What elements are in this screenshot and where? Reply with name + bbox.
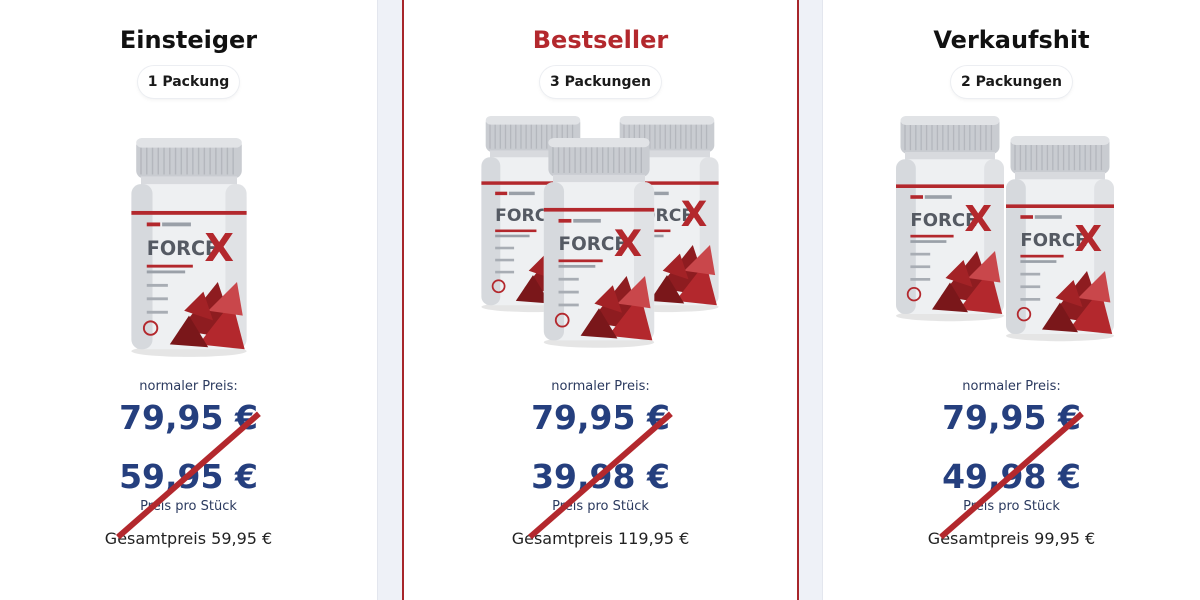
unit-price-label: Preis pro Stück	[963, 499, 1060, 514]
offer-title: Einsteiger	[119, 26, 258, 54]
offer-card-verkaufshit[interactable]: Verkaufshit 2 Packungen FORCE X FORCE X nor…	[822, 0, 1200, 600]
offer-title: Bestseller	[532, 26, 669, 54]
svg-text:X: X	[964, 199, 992, 240]
bottle-image: FORCEX	[543, 138, 654, 348]
old-price-value: 79,95 €	[942, 398, 1081, 437]
total-price: Gesamtpreis 99,95 €	[927, 529, 1096, 548]
svg-text:X: X	[613, 222, 641, 265]
pricing-page: Einsteiger 1 Packung FORCE X normaler Pre…	[0, 0, 1200, 600]
product-image: FORCE X FORCE X	[882, 108, 1142, 378]
product-image: FORCEXFORCEXFORCEX	[471, 108, 731, 378]
bottle-image: FORCEX	[895, 116, 1004, 322]
old-price: 79,95 €	[528, 398, 673, 540]
total-price: Gesamtpreis 59,95 €	[104, 529, 273, 548]
normal-price-label: normaler Preis:	[962, 379, 1061, 394]
bottle-image: FORCEX	[1005, 136, 1114, 342]
normal-price-label: normaler Preis:	[139, 379, 238, 394]
package-badge: 1 Packung	[137, 66, 240, 98]
current-price: 39,98 €	[531, 457, 670, 496]
svg-text:X: X	[1074, 219, 1102, 260]
normal-price-label: normaler Preis:	[551, 379, 650, 394]
offer-card-einsteiger[interactable]: Einsteiger 1 Packung FORCE X normaler Pre…	[0, 0, 378, 600]
total-price: Gesamtpreis 119,95 €	[511, 529, 690, 548]
product-bottles-image: FORCEXFORCEX	[895, 116, 1114, 342]
current-price: 49,98 €	[942, 457, 1081, 496]
old-price: 79,95 €	[116, 398, 261, 540]
unit-price-label: Preis pro Stück	[140, 499, 237, 514]
svg-text:X: X	[204, 226, 234, 271]
svg-text:X: X	[680, 195, 707, 235]
offer-title: Verkaufshit	[933, 26, 1090, 54]
offer-card-bestseller[interactable]: Bestseller 3 Packungen FORCEXFORCEXFORCE…	[402, 0, 799, 600]
old-price: 79,95 €	[939, 398, 1084, 540]
unit-price-label: Preis pro Stück	[552, 499, 649, 514]
product-bottles-image: FORCEX	[130, 138, 247, 357]
package-badge: 3 Packungen	[540, 66, 661, 98]
product-bottles-image: FORCEXFORCEXFORCEX	[480, 116, 719, 348]
package-badge: 2 Packungen	[951, 66, 1072, 98]
bottle-image: FORCEX	[130, 138, 247, 357]
current-price: 59,95 €	[119, 457, 258, 496]
product-image: FORCE X	[59, 108, 319, 378]
old-price-value: 79,95 €	[531, 398, 670, 437]
old-price-value: 79,95 €	[119, 398, 258, 437]
